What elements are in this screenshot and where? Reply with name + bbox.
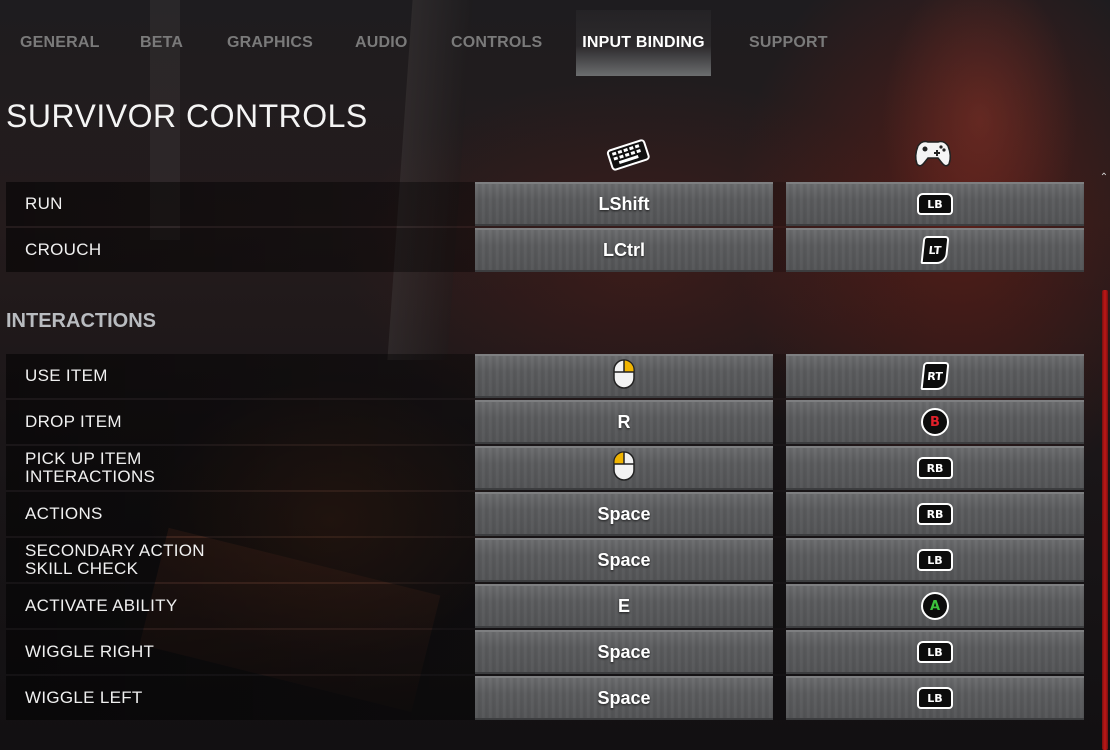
mouse-right-button-icon (612, 358, 636, 395)
binding-label: CROUCH (25, 228, 465, 272)
tab-input-binding[interactable]: INPUT BINDING (576, 10, 711, 76)
keyboard-binding-button[interactable]: LShift (475, 182, 773, 226)
keyboard-binding-button[interactable]: Space (475, 630, 773, 674)
binding-row-crouch: CROUCH LCtrl LT (6, 228, 1086, 272)
binding-label: SECONDARY ACTION SKILL CHECK (25, 538, 465, 582)
binding-row-use-item: USE ITEM RT (6, 354, 1086, 398)
scroll-up-arrow-icon[interactable]: ⌃ (1098, 172, 1110, 184)
binding-label: WIGGLE LEFT (25, 676, 465, 720)
keyboard-binding-button[interactable]: Space (475, 538, 773, 582)
binding-label-text: PICK UP ITEM (25, 449, 142, 468)
binding-label-text: INTERACTIONS (25, 467, 156, 486)
lb-button-icon: LB (917, 641, 953, 663)
rt-button-icon: RT (920, 362, 950, 390)
tab-general[interactable]: GENERAL (20, 34, 100, 52)
tab-controls[interactable]: CONTROLS (451, 34, 542, 52)
gamepad-binding-button[interactable]: LB (786, 676, 1084, 720)
key-label: LShift (598, 193, 650, 214)
binding-row-wiggle-right: WIGGLE RIGHT Space LB (6, 630, 1086, 674)
binding-label-text: ACTIVATE ABILITY (25, 596, 178, 615)
binding-label: WIGGLE RIGHT (25, 630, 465, 674)
binding-label: ACTIVATE ABILITY (25, 584, 465, 628)
binding-label: DROP ITEM (25, 400, 465, 444)
binding-label: RUN (25, 182, 465, 226)
binding-label-text: CROUCH (25, 240, 102, 259)
settings-tab-bar: GENERAL BETA GRAPHICS AUDIO CONTROLS INP… (0, 0, 1110, 88)
gamepad-binding-button[interactable]: LB (786, 538, 1084, 582)
binding-label: PICK UP ITEM INTERACTIONS (25, 446, 465, 490)
binding-label: USE ITEM (25, 354, 465, 398)
key-label: R (617, 411, 631, 432)
gamepad-binding-button[interactable]: RB (786, 492, 1084, 536)
binding-row-wiggle-left: WIGGLE LEFT Space LB (6, 676, 1086, 720)
binding-label-text: ACTIONS (25, 504, 103, 523)
gamepad-binding-button[interactable]: B (786, 400, 1084, 444)
key-label: LCtrl (603, 239, 645, 260)
lb-button-icon: LB (917, 193, 953, 215)
gamepad-binding-button[interactable]: A (786, 584, 1084, 628)
keyboard-binding-button[interactable]: Space (475, 676, 773, 720)
rb-button-icon: RB (917, 457, 953, 479)
tab-graphics[interactable]: GRAPHICS (227, 34, 313, 52)
keyboard-binding-button[interactable]: R (475, 400, 773, 444)
binding-row-actions: ACTIONS Space RB (6, 492, 1086, 536)
keyboard-binding-button[interactable]: E (475, 584, 773, 628)
gamepad-binding-button[interactable]: LT (786, 228, 1084, 272)
key-label: Space (597, 503, 651, 524)
binding-row-secondary-action: SECONDARY ACTION SKILL CHECK Space LB (6, 538, 1086, 582)
binding-row-pick-up-item: PICK UP ITEM INTERACTIONS RB (6, 446, 1086, 490)
scrollbar[interactable]: ⌃ (1098, 172, 1110, 750)
keyboard-binding-button[interactable] (475, 354, 773, 398)
tab-beta[interactable]: BETA (140, 34, 183, 52)
tab-audio[interactable]: AUDIO (355, 34, 408, 52)
b-button-icon: B (921, 408, 949, 436)
key-label: Space (597, 549, 651, 570)
lb-button-icon: LB (917, 549, 953, 571)
gamepad-binding-button[interactable]: RT (786, 354, 1084, 398)
mouse-left-button-icon (612, 450, 636, 487)
binding-label-text: WIGGLE LEFT (25, 688, 143, 707)
binding-label-text: WIGGLE RIGHT (25, 642, 155, 661)
binding-label-text: RUN (25, 194, 63, 213)
binding-label-text: USE ITEM (25, 366, 108, 385)
key-label: E (617, 595, 630, 616)
tab-support[interactable]: SUPPORT (749, 34, 828, 52)
gamepad-binding-button[interactable]: LB (786, 630, 1084, 674)
gamepad-binding-button[interactable]: LB (786, 182, 1084, 226)
keyboard-binding-button[interactable] (475, 446, 773, 490)
binding-row-run: RUN LShift LB (6, 182, 1086, 226)
binding-label-text: DROP ITEM (25, 412, 122, 431)
a-button-icon: A (921, 592, 949, 620)
section-title: SURVIVOR CONTROLS (6, 98, 368, 134)
binding-row-activate-ability: ACTIVATE ABILITY E A (6, 584, 1086, 628)
scrollbar-thumb[interactable] (1102, 290, 1108, 750)
gamepad-icon (912, 132, 952, 172)
binding-label: ACTIONS (25, 492, 465, 536)
keyboard-binding-button[interactable]: Space (475, 492, 773, 536)
interactions-heading: INTERACTIONS (6, 310, 156, 332)
gamepad-binding-button[interactable]: RB (786, 446, 1084, 490)
binding-row-drop-item: DROP ITEM R B (6, 400, 1086, 444)
rb-button-icon: RB (917, 503, 953, 525)
key-label: Space (597, 641, 651, 662)
binding-label-text: SECONDARY ACTION (25, 541, 205, 560)
keyboard-icon (606, 134, 650, 174)
lb-button-icon: LB (917, 687, 953, 709)
keyboard-binding-button[interactable]: LCtrl (475, 228, 773, 272)
lt-button-icon: LT (920, 236, 950, 264)
binding-label-text: SKILL CHECK (25, 559, 139, 578)
key-label: Space (597, 687, 651, 708)
